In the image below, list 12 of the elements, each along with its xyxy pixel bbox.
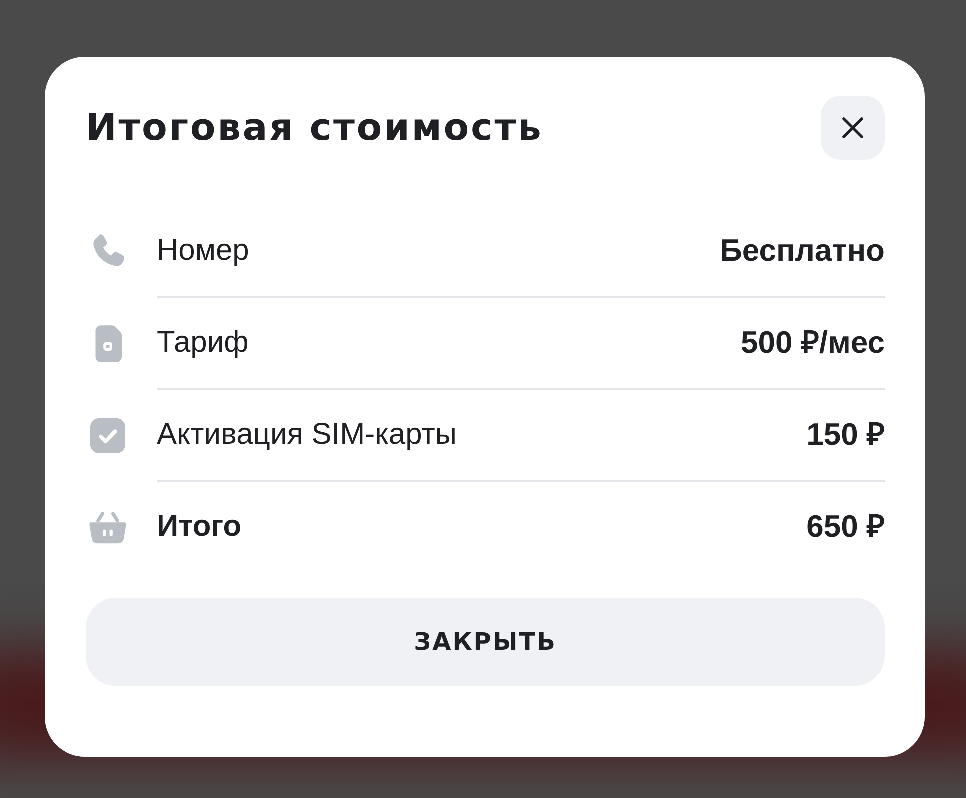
close-dialog-button[interactable]: ЗАКРЫТЬ — [86, 598, 885, 686]
total-label: Итого — [157, 509, 242, 545]
close-icon — [841, 116, 865, 140]
item-price: 150 ₽ — [806, 417, 885, 453]
dialog-title: Итоговая стоимость — [86, 106, 544, 150]
item-price: Бесплатно — [720, 233, 885, 269]
item-price: 500 ₽/мес — [741, 325, 885, 361]
total-price: 650 ₽ — [806, 509, 885, 545]
item-label: Активация SIM-карты — [157, 417, 457, 453]
item-label: Номер — [157, 233, 250, 269]
close-button[interactable] — [821, 96, 885, 160]
item-label: Тариф — [157, 325, 249, 361]
